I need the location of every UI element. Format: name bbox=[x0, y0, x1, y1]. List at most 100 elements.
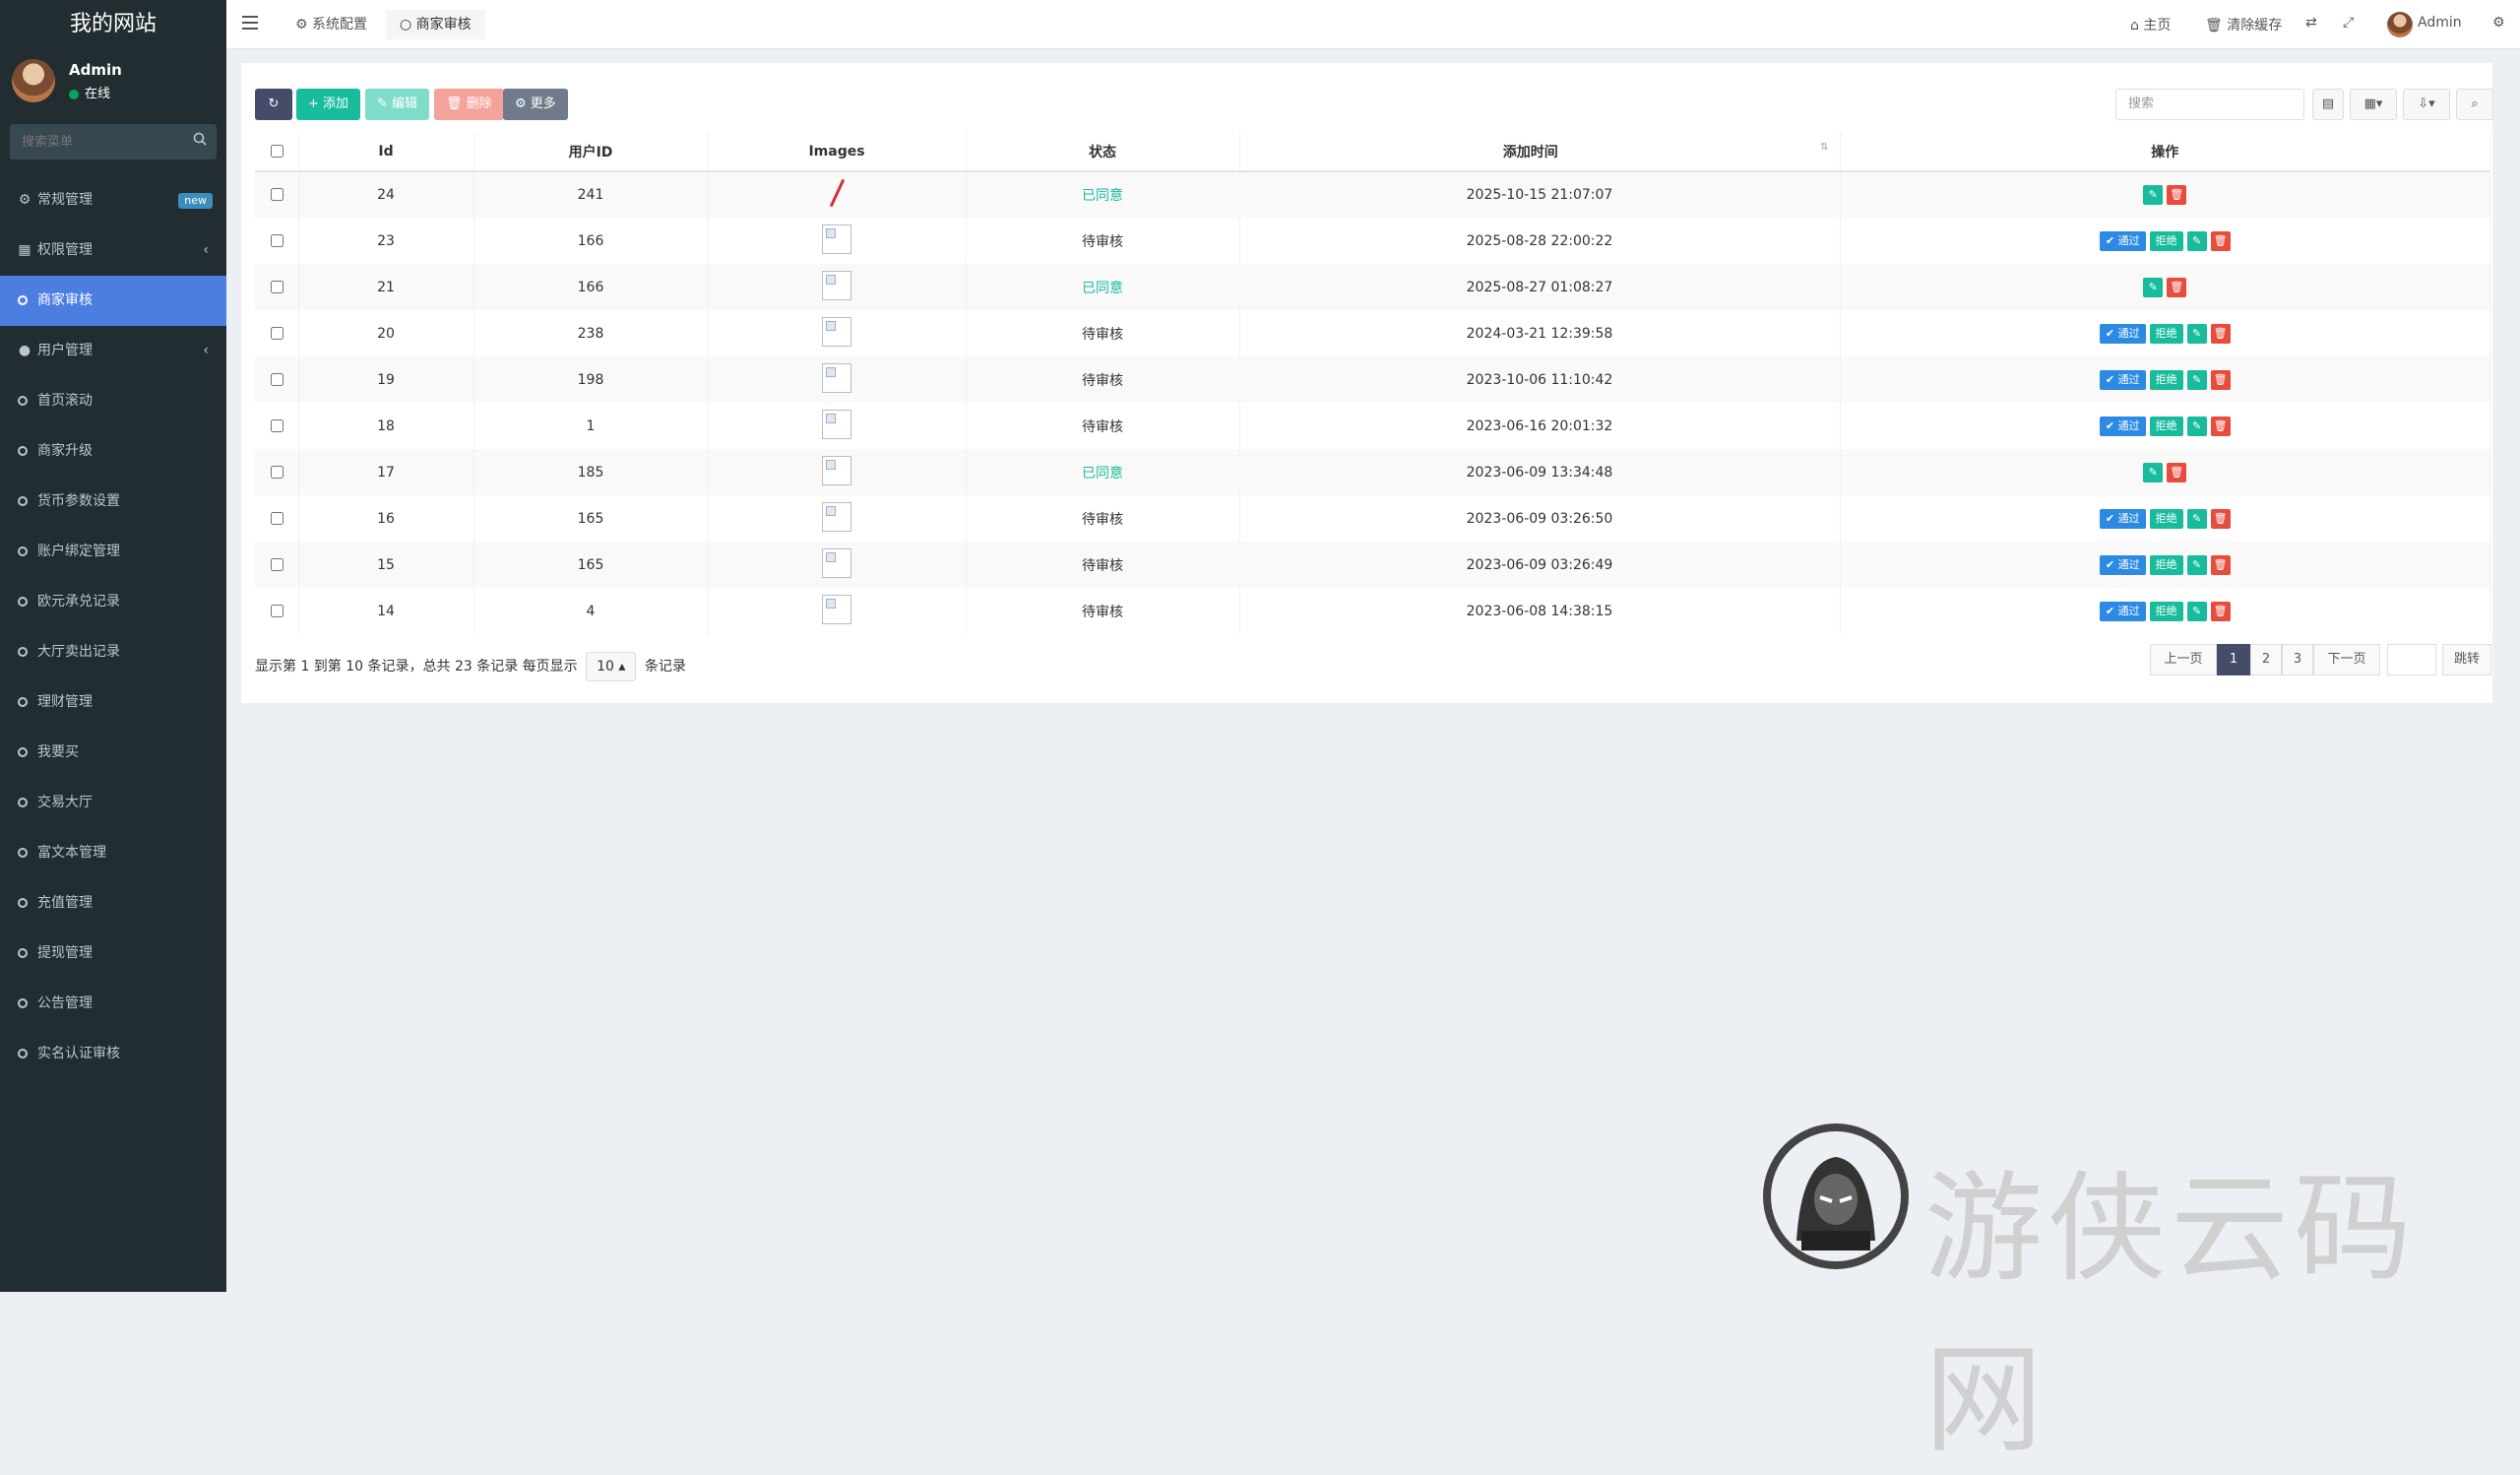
row-checkbox[interactable] bbox=[270, 465, 284, 479]
refresh-button[interactable]: ↻ bbox=[255, 89, 292, 120]
admin-menu[interactable]: Admin bbox=[2418, 15, 2462, 31]
sidebar-item-merchant-upgrade[interactable]: 商家升级 bbox=[0, 426, 226, 477]
table-row[interactable]: 19 198 待审核 2023-10-06 11:10:42 ✔ 通过 拒绝 ✎ 🗑 bbox=[255, 356, 2490, 403]
image-thumbnail[interactable] bbox=[822, 316, 851, 347]
page-jump-input[interactable] bbox=[2387, 644, 2436, 675]
reject-button[interactable]: 拒绝 bbox=[2149, 508, 2183, 529]
sidebar-item-permissions[interactable]: ▦ 权限管理 ‹ bbox=[0, 225, 226, 276]
table-row[interactable]: 17 185 已同意 2023-06-09 13:34:48 ✎ 🗑 bbox=[255, 449, 2490, 495]
edit-row-button[interactable]: ✎ bbox=[2186, 601, 2207, 621]
export-icon[interactable]: ⇩▾ bbox=[2403, 89, 2450, 120]
sidebar-item-withdraw[interactable]: 提现管理 bbox=[0, 929, 226, 979]
sidebar-item-merchant-review[interactable]: 商家审核 bbox=[0, 276, 226, 326]
sidebar-item-finance[interactable]: 理财管理 bbox=[0, 677, 226, 728]
broken-image-icon[interactable] bbox=[822, 178, 851, 208]
image-thumbnail[interactable] bbox=[822, 594, 851, 624]
image-thumbnail[interactable] bbox=[822, 409, 851, 439]
fullscreen-icon[interactable]: ⤢ bbox=[2343, 15, 2354, 31]
reject-button[interactable]: 拒绝 bbox=[2149, 601, 2183, 621]
col-user-id[interactable]: 用户ID bbox=[473, 132, 709, 172]
edit-row-button[interactable]: ✎ bbox=[2186, 369, 2207, 390]
tab-merchant-review[interactable]: ○ 商家审核 bbox=[386, 10, 485, 39]
table-row[interactable]: 24 241 已同意 2025-10-15 21:07:07 ✎ 🗑 bbox=[255, 171, 2490, 218]
delete-row-button[interactable]: 🗑 bbox=[2210, 369, 2231, 390]
approve-button[interactable]: ✔ 通过 bbox=[2099, 508, 2146, 529]
delete-row-button[interactable]: 🗑 bbox=[2210, 554, 2231, 575]
translate-icon[interactable]: ⇄ bbox=[2305, 15, 2317, 31]
table-search-input[interactable]: 搜索 bbox=[2115, 89, 2304, 120]
row-checkbox[interactable] bbox=[270, 604, 284, 617]
sidebar-item-general[interactable]: ⚙ 常规管理 new bbox=[0, 175, 226, 225]
prev-page-button[interactable]: 上一页 bbox=[2150, 644, 2217, 675]
toggle-view-icon[interactable]: ▤ bbox=[2312, 89, 2344, 120]
sidebar-item-currency-settings[interactable]: 货币参数设置 bbox=[0, 477, 226, 527]
delete-row-button[interactable]: 🗑 bbox=[2210, 323, 2231, 344]
col-id[interactable]: Id bbox=[298, 132, 474, 172]
table-row[interactable]: 21 166 已同意 2025-08-27 01:08:27 ✎ 🗑 bbox=[255, 264, 2490, 310]
table-row[interactable]: 16 165 待审核 2023-06-09 03:26:50 ✔ 通过 拒绝 ✎ 🗑 bbox=[255, 495, 2490, 542]
sidebar-item-recharge[interactable]: 充值管理 bbox=[0, 878, 226, 929]
table-row[interactable]: 23 166 待审核 2025-08-28 22:00:22 ✔ 通过 拒绝 ✎ 🗑 bbox=[255, 218, 2490, 264]
more-button[interactable]: ⚙ 更多 bbox=[503, 89, 568, 120]
image-thumbnail[interactable] bbox=[822, 501, 851, 532]
reject-button[interactable]: 拒绝 bbox=[2149, 230, 2183, 251]
image-thumbnail[interactable] bbox=[822, 362, 851, 393]
row-checkbox[interactable] bbox=[270, 557, 284, 571]
col-add-time[interactable]: 添加时间 ⇅ bbox=[1239, 132, 1841, 172]
edit-row-button[interactable]: ✎ bbox=[2143, 185, 2164, 205]
delete-row-button[interactable]: 🗑 bbox=[2167, 185, 2187, 205]
jump-button[interactable]: 跳转 bbox=[2442, 644, 2491, 675]
sidebar-item-announcements[interactable]: 公告管理 bbox=[0, 979, 226, 1029]
edit-row-button[interactable]: ✎ bbox=[2186, 508, 2207, 529]
delete-row-button[interactable]: 🗑 bbox=[2167, 277, 2187, 297]
reject-button[interactable]: 拒绝 bbox=[2149, 416, 2183, 436]
delete-row-button[interactable]: 🗑 bbox=[2210, 230, 2231, 251]
sidebar-item-identity-review[interactable]: 实名认证审核 bbox=[0, 1029, 226, 1079]
edit-row-button[interactable]: ✎ bbox=[2143, 462, 2164, 482]
approve-button[interactable]: ✔ 通过 bbox=[2099, 554, 2146, 575]
menu-toggle-icon[interactable] bbox=[242, 16, 258, 30]
col-status[interactable]: 状态 bbox=[966, 132, 1240, 172]
edit-row-button[interactable]: ✎ bbox=[2186, 416, 2207, 436]
approve-button[interactable]: ✔ 通过 bbox=[2099, 369, 2146, 390]
sidebar-item-user-management[interactable]: ● 用户管理 ‹ bbox=[0, 326, 226, 376]
edit-row-button[interactable]: ✎ bbox=[2143, 277, 2164, 297]
row-checkbox[interactable] bbox=[270, 188, 284, 201]
table-row[interactable]: 20 238 待审核 2024-03-21 12:39:58 ✔ 通过 拒绝 ✎ 🗑 bbox=[255, 310, 2490, 356]
delete-button[interactable]: 🗑 删除 bbox=[434, 89, 504, 120]
sidebar-item-buy[interactable]: 我要买 bbox=[0, 728, 226, 778]
delete-row-button[interactable]: 🗑 bbox=[2167, 462, 2187, 482]
page-1-button[interactable]: 1 bbox=[2217, 644, 2250, 675]
select-all-checkbox[interactable] bbox=[270, 144, 284, 158]
delete-row-button[interactable]: 🗑 bbox=[2210, 508, 2231, 529]
sidebar-item-home-scroll[interactable]: 首页滚动 bbox=[0, 376, 226, 426]
delete-row-button[interactable]: 🗑 bbox=[2210, 416, 2231, 436]
image-thumbnail[interactable] bbox=[822, 547, 851, 578]
row-checkbox[interactable] bbox=[270, 511, 284, 525]
row-checkbox[interactable] bbox=[270, 280, 284, 293]
tab-system-config[interactable]: ⚙ 系统配置 bbox=[282, 10, 381, 39]
clear-cache-button[interactable]: 🗑 清除缓存 bbox=[2205, 15, 2282, 34]
next-page-button[interactable]: 下一页 bbox=[2313, 644, 2380, 675]
col-images[interactable]: Images bbox=[708, 132, 967, 172]
row-checkbox[interactable] bbox=[270, 372, 284, 386]
delete-row-button[interactable]: 🗑 bbox=[2210, 601, 2231, 621]
menu-search-input[interactable] bbox=[10, 124, 217, 160]
approve-button[interactable]: ✔ 通过 bbox=[2099, 323, 2146, 344]
page-3-button[interactable]: 3 bbox=[2282, 644, 2313, 675]
sidebar-item-trading-hall[interactable]: 交易大厅 bbox=[0, 778, 226, 828]
reject-button[interactable]: 拒绝 bbox=[2149, 323, 2183, 344]
sort-icon[interactable]: ⇅ bbox=[1820, 142, 1828, 153]
image-thumbnail[interactable] bbox=[822, 224, 851, 254]
sidebar-item-rich-text[interactable]: 富文本管理 bbox=[0, 828, 226, 878]
image-thumbnail[interactable] bbox=[822, 455, 851, 485]
brand-title[interactable]: 我的网站 bbox=[0, 0, 226, 49]
add-button[interactable]: + 添加 bbox=[296, 89, 361, 120]
gears-icon[interactable]: ⚙ bbox=[2492, 15, 2505, 31]
sidebar-item-euro-records[interactable]: 欧元承兑记录 bbox=[0, 577, 226, 627]
columns-icon[interactable]: ▦▾ bbox=[2350, 89, 2397, 120]
home-button[interactable]: ⌂ 主页 bbox=[2130, 15, 2171, 34]
sidebar-item-account-binding[interactable]: 账户绑定管理 bbox=[0, 527, 226, 577]
approve-button[interactable]: ✔ 通过 bbox=[2099, 416, 2146, 436]
edit-row-button[interactable]: ✎ bbox=[2186, 554, 2207, 575]
